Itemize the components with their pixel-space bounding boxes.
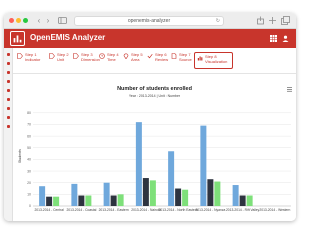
step-label: Unit xyxy=(57,56,65,62)
sidebar-toggle-icon[interactable] xyxy=(58,16,67,25)
share-icon[interactable] xyxy=(256,16,265,25)
x-tick-label: 2013-2014 - Rift Valley xyxy=(226,208,260,212)
check-icon xyxy=(147,53,153,59)
zoom-window-button[interactable] xyxy=(23,18,28,23)
sidebar-item-icon[interactable] xyxy=(7,71,10,74)
sidebar-item-icon[interactable] xyxy=(7,62,10,65)
sidebar-item-icon[interactable] xyxy=(7,89,10,92)
new-tab-icon[interactable] xyxy=(268,16,277,25)
bar xyxy=(175,188,182,206)
x-tick-label: 2013-2014 - Nyanza xyxy=(195,208,225,212)
bar xyxy=(39,186,46,206)
tab-overview-icon[interactable] xyxy=(281,16,290,25)
wizard-step-visualization[interactable]: Step 8 Visualization xyxy=(194,52,233,69)
minimize-window-button[interactable] xyxy=(16,18,21,23)
reload-icon[interactable]: ↻ xyxy=(216,17,220,26)
sidebar-item-icon[interactable] xyxy=(7,125,10,128)
bar xyxy=(142,178,149,206)
chart-title: Number of students enrolled xyxy=(117,86,192,92)
browser-toolbar: ‹ › openemis-analyzer ↻ xyxy=(4,13,296,29)
y-tick-label: 70 xyxy=(27,123,31,127)
bar xyxy=(182,189,189,206)
y-axis-title: Students xyxy=(18,149,22,163)
bar xyxy=(71,183,78,206)
bar xyxy=(200,125,207,206)
y-tick-label: 50 xyxy=(27,146,31,150)
apps-grid-icon[interactable] xyxy=(270,35,277,42)
bar xyxy=(232,185,239,206)
url-text: openemis-analyzer xyxy=(127,18,171,24)
map-marker-icon xyxy=(123,53,129,59)
bar xyxy=(103,182,110,206)
bar xyxy=(239,195,246,206)
x-tick-label: 2013-2014 - Western xyxy=(259,208,290,212)
chart-subtitle: Year : 2013-2014 | Unit : Number xyxy=(128,94,181,98)
tag-icon xyxy=(17,53,23,59)
clock-icon xyxy=(99,53,105,59)
bar xyxy=(214,181,221,206)
y-tick-label: 20 xyxy=(27,181,31,185)
file-icon xyxy=(171,53,177,59)
bar xyxy=(207,179,214,206)
app-title: OpenEMIS Analyzer xyxy=(30,33,106,42)
x-tick-label: 2013-2014 - North Eastern xyxy=(159,208,198,212)
step-label: Indicator xyxy=(25,56,41,62)
sidebar-item-icon[interactable] xyxy=(7,80,10,83)
bar xyxy=(85,195,92,206)
y-tick-label: 0 xyxy=(29,204,31,208)
step-label: Visualization xyxy=(205,58,228,64)
tag-icon xyxy=(49,53,55,59)
step-label: Area xyxy=(131,56,140,62)
tag-icon xyxy=(73,53,79,59)
step-label: Dimension xyxy=(81,56,100,62)
x-tick-label: 2013-2014 - Nairobi xyxy=(131,208,160,212)
sidebar-item-icon[interactable] xyxy=(7,53,10,56)
x-tick-label: 2013-2014 - Eastern xyxy=(99,208,129,212)
bar xyxy=(78,195,85,206)
y-tick-label: 10 xyxy=(27,193,31,197)
y-tick-label: 60 xyxy=(27,134,31,138)
step-label: Time xyxy=(107,56,116,62)
bar xyxy=(168,151,175,206)
x-tick-label: 2013-2014 - Coastal xyxy=(66,208,96,212)
bar xyxy=(117,194,124,206)
sidebar-item-icon[interactable] xyxy=(7,116,10,119)
bar xyxy=(135,122,142,206)
browser-window: ‹ › openemis-analyzer ↻ OpenEMIS Analyze… xyxy=(4,13,296,221)
wizard-steps: Step 1 Indicator Step 2 Unit Step 3 Dimensi… xyxy=(13,48,296,74)
x-tick-label: 2013-2014 - Central xyxy=(34,208,64,212)
chevron-left-icon[interactable]: ‹ xyxy=(35,16,43,25)
chevron-right-icon[interactable]: › xyxy=(44,16,52,25)
step-label: Review xyxy=(155,56,169,62)
bar xyxy=(149,180,156,206)
chart-menu-icon[interactable] xyxy=(287,87,292,92)
openemis-logo xyxy=(10,31,25,46)
bar xyxy=(53,196,60,206)
sidebar-item-icon[interactable] xyxy=(7,98,10,101)
bar xyxy=(46,196,53,206)
chart-icon xyxy=(197,56,203,61)
address-bar[interactable]: openemis-analyzer ↻ xyxy=(74,16,224,26)
step-label: Source xyxy=(179,56,192,62)
user-icon[interactable] xyxy=(282,35,289,42)
bar xyxy=(110,195,117,206)
sidebar-item-icon[interactable] xyxy=(7,107,10,110)
app-header: OpenEMIS Analyzer xyxy=(4,29,296,48)
close-window-button[interactable] xyxy=(9,18,14,23)
bar xyxy=(246,195,253,206)
y-tick-label: 80 xyxy=(27,111,31,115)
y-tick-label: 40 xyxy=(27,158,31,162)
y-tick-label: 30 xyxy=(27,169,31,173)
chart-panel: 0 10 20 30 40 50 60 70 80 2013-2014 - Central 2013… xyxy=(13,75,296,221)
sidebar xyxy=(4,48,13,221)
